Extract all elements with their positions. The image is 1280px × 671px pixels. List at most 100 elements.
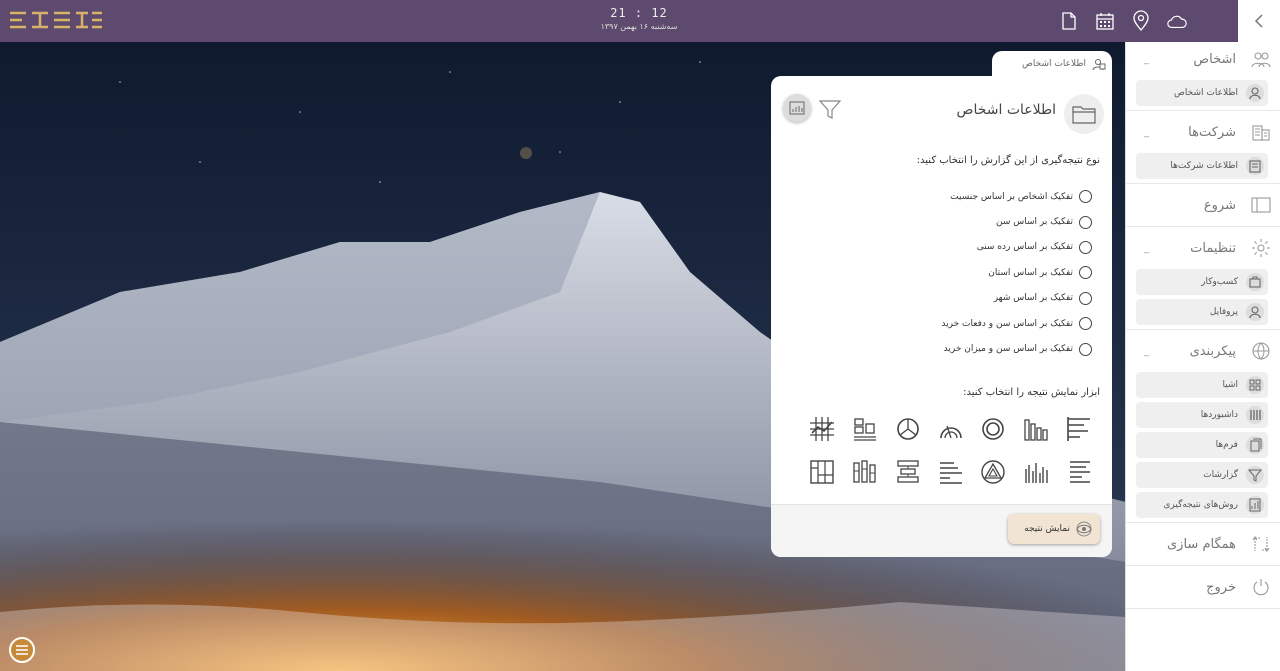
sidebar-item-conclusion-methods[interactable]: روش‌های نتیجه‌گیری (1136, 492, 1268, 518)
radio-button[interactable] (1079, 266, 1092, 280)
panel-tab[interactable]: اطلاعات اشخاص (992, 51, 1112, 77)
person-card-icon (1244, 82, 1266, 104)
collapse-dash-icon: _ (1144, 242, 1149, 254)
option-age-purchase-count[interactable]: تفکیک بر اساس سن و دفعات خرید (941, 311, 1092, 336)
collapse-dash-icon: _ (1144, 345, 1149, 357)
sidebar-item-forms[interactable]: فرم‌ها (1136, 432, 1268, 458)
panel-tab-label: اطلاعات اشخاص (1022, 59, 1086, 69)
divider (1126, 565, 1280, 566)
building-icon (1250, 121, 1272, 143)
option-city[interactable]: تفکیک بر اساس شهر (941, 286, 1092, 311)
pyramid-chart-icon[interactable] (978, 457, 1008, 487)
briefcase-icon (1244, 271, 1266, 293)
filter-icon (1244, 464, 1266, 486)
menu-icon (16, 645, 28, 655)
option-label: تفکیک بر اساس سن و میزان خرید (943, 344, 1073, 355)
eye-icon (1074, 519, 1094, 539)
option-gender[interactable]: تفکیک اشخاص بر اساس جنسیت (941, 184, 1092, 209)
option-label: تفکیک بر اساس استان (988, 267, 1073, 278)
sidebar-item-dashboards[interactable]: داشبوردها (1136, 402, 1268, 428)
option-label: تفکیک بر اساس سن و دفعات خرید (941, 318, 1073, 329)
sidebar-item-persons-info[interactable]: اطلاعات اشخاص (1136, 80, 1268, 106)
sidebar-section-label: شروع (1203, 197, 1236, 213)
document-icon[interactable] (1058, 10, 1080, 32)
stats-button[interactable] (783, 94, 811, 122)
sidebar-item-objects[interactable]: اشیا (1136, 372, 1268, 398)
sync-icon (1250, 533, 1272, 555)
sidebar-collapse-button[interactable] (1238, 0, 1280, 42)
sidebar-item-business[interactable]: کسب‌وکار (1136, 269, 1268, 295)
config-globe-icon (1250, 340, 1272, 362)
power-icon (1250, 576, 1272, 598)
pie-chart-icon[interactable] (893, 414, 923, 444)
filter-button[interactable] (819, 98, 841, 120)
radio-button[interactable] (1079, 317, 1092, 331)
radio-button[interactable] (1079, 291, 1092, 305)
filter-icon (819, 100, 841, 119)
sidebar-section-companies[interactable]: شرکت‌ها _ (1126, 115, 1280, 149)
radio-button[interactable] (1079, 240, 1092, 254)
collapse-dash-icon: _ (1144, 53, 1149, 65)
sidebar-item-label: داشبوردها (1200, 410, 1238, 420)
option-label: تفکیک بر اساس رده سنی (976, 242, 1073, 253)
sidebar-section-label: تنظیمات (1190, 240, 1236, 256)
funnel-bars-icon[interactable] (893, 457, 923, 487)
option-age-group[interactable]: تفکیک بر اساس رده سنی (941, 235, 1092, 260)
cloud-icon[interactable] (1166, 10, 1188, 32)
panel-title: اطلاعات اشخاص (956, 102, 1056, 118)
sidebar-item-reports[interactable]: گزارشات (1136, 462, 1268, 488)
bar-list-icon[interactable] (1064, 457, 1094, 487)
option-age[interactable]: تفکیک بر اساس سن (941, 209, 1092, 234)
vertical-bar-chart-icon[interactable] (1021, 414, 1051, 444)
sidebar-section-start[interactable]: شروع (1126, 188, 1280, 222)
column-bars-icon[interactable] (1021, 457, 1051, 487)
gear-icon (1250, 237, 1272, 259)
option-age-purchase-amount[interactable]: تفکیک بر اساس سن و میزان خرید (941, 336, 1092, 361)
top-bar: 21 : 12 سه‌شنبه ۱۶ بهمن ۱۳۹۷ (0, 0, 1238, 42)
table-chart-icon[interactable] (807, 457, 837, 487)
sidebar-item-companies-info[interactable]: اطلاعات شرکت‌ها (1136, 153, 1268, 179)
sidebar-section-persons[interactable]: اشخاص _ (1126, 42, 1280, 76)
sidebar-item-label: فرم‌ها (1215, 440, 1238, 450)
grouped-columns-icon[interactable] (850, 457, 880, 487)
divider (1126, 110, 1280, 111)
stacked-column-chart-icon[interactable] (850, 414, 880, 444)
radio-button[interactable] (1079, 190, 1092, 204)
option-province[interactable]: تفکیک بر اساس استان (941, 260, 1092, 285)
sidebar-item-profile[interactable]: پروفایل (1136, 299, 1268, 325)
option-label: تفکیک اشخاص بر اساس جنسیت (950, 191, 1073, 202)
lines-chart-icon[interactable] (936, 457, 966, 487)
sidebar-section-label: پیکربندی (1189, 343, 1236, 359)
divider (1126, 226, 1280, 227)
divider (1126, 183, 1280, 184)
horizontal-bar-chart-icon[interactable] (1064, 414, 1094, 444)
show-result-button[interactable]: نمایش نتیجه (1008, 514, 1100, 544)
visualization-tools (794, 414, 1094, 487)
donut-chart-icon[interactable] (978, 414, 1008, 444)
radio-button[interactable] (1079, 215, 1092, 229)
sidebar-item-label: پروفایل (1209, 307, 1238, 317)
location-pin-icon[interactable] (1130, 10, 1152, 32)
heatmap-chart-icon[interactable] (807, 414, 837, 444)
calendar-icon[interactable] (1094, 10, 1116, 32)
forms-icon (1244, 434, 1266, 456)
profile-icon (1244, 301, 1266, 323)
panel-footer: نمایش نتیجه (771, 504, 1112, 557)
divider (1126, 522, 1280, 523)
folder-icon (1064, 94, 1104, 134)
gauge-chart-icon[interactable] (936, 414, 966, 444)
sidebar-section-exit[interactable]: خروج (1126, 570, 1280, 604)
sidebar-section-config[interactable]: پیکربندی _ (1126, 334, 1280, 368)
collapse-dash-icon: _ (1144, 126, 1149, 138)
question-tools-label: ابزار نمایش نتیجه را انتخاب کنید: (963, 387, 1100, 398)
floating-menu-button[interactable] (9, 637, 35, 663)
grid-icon (1244, 374, 1266, 396)
divider (1126, 329, 1280, 330)
sidebar-section-settings[interactable]: تنظیمات _ (1126, 231, 1280, 265)
sidebar-section-sync[interactable]: همگام سازی (1126, 527, 1280, 561)
radio-button[interactable] (1079, 342, 1092, 356)
bar-chart-icon (789, 101, 805, 115)
option-list: تفکیک اشخاص بر اساس جنسیت تفکیک بر اساس … (941, 184, 1092, 362)
sidebar-section-label: همگام سازی (1167, 536, 1236, 552)
top-icon-group (1058, 10, 1188, 32)
